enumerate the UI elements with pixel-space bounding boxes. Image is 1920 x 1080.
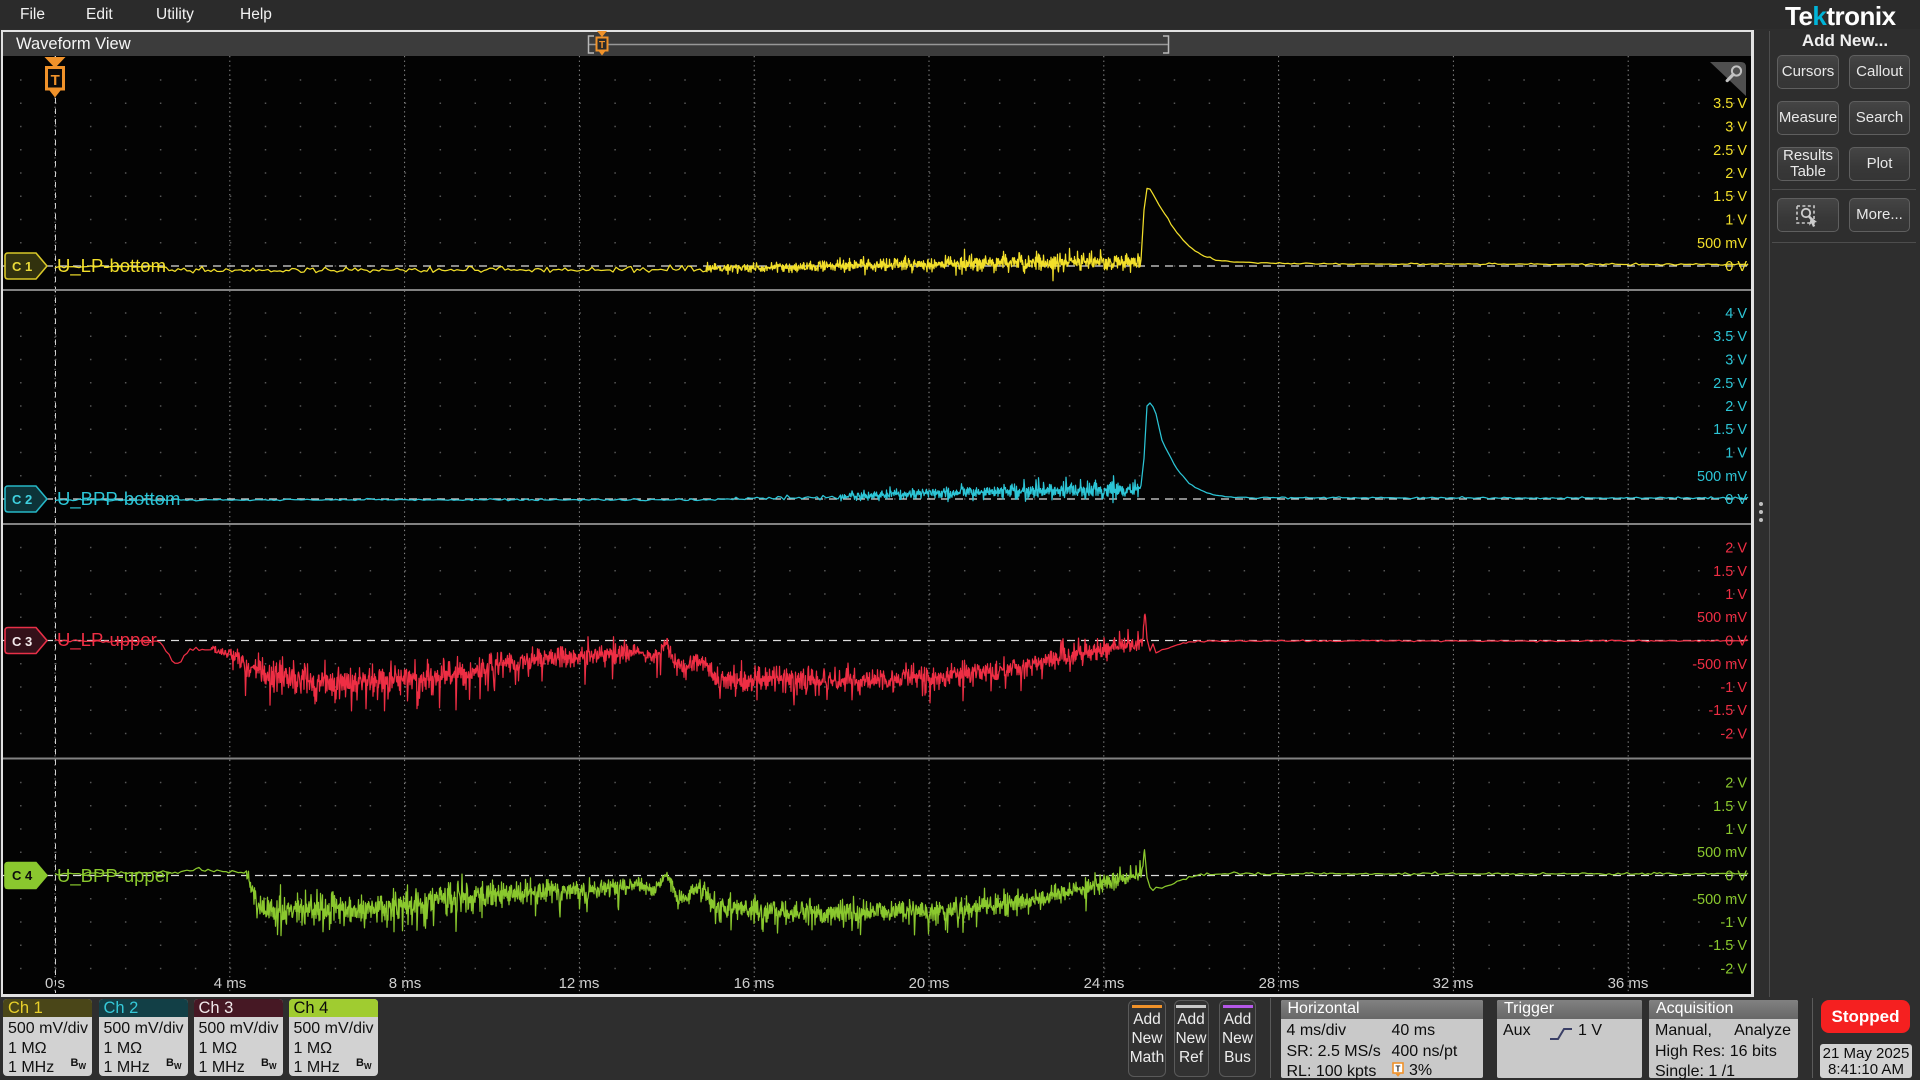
svg-text:-500 mV: -500 mV bbox=[1692, 657, 1747, 673]
svg-text:28 ms: 28 ms bbox=[1259, 975, 1300, 992]
svg-text:C 1: C 1 bbox=[12, 259, 32, 274]
svg-text:2 V: 2 V bbox=[1725, 776, 1747, 792]
svg-text:-1 V: -1 V bbox=[1720, 915, 1747, 931]
svg-text:-2 V: -2 V bbox=[1720, 727, 1747, 743]
svg-text:36 ms: 36 ms bbox=[1608, 975, 1649, 992]
svg-text:1 V: 1 V bbox=[1725, 587, 1747, 603]
svg-text:U_LP-upper: U_LP-upper bbox=[57, 629, 157, 651]
svg-text:-2 V: -2 V bbox=[1720, 962, 1747, 978]
svg-text:C 3: C 3 bbox=[12, 634, 32, 649]
svg-text:1 V: 1 V bbox=[1725, 446, 1747, 462]
svg-text:2.5 V: 2.5 V bbox=[1713, 143, 1747, 159]
svg-text:4 V: 4 V bbox=[1725, 306, 1747, 322]
svg-text:1.5 V: 1.5 V bbox=[1713, 189, 1747, 205]
svg-text:1 V: 1 V bbox=[1725, 822, 1747, 838]
svg-text:32 ms: 32 ms bbox=[1433, 975, 1474, 992]
svg-text:16 ms: 16 ms bbox=[734, 975, 775, 992]
svg-text:2.5 V: 2.5 V bbox=[1713, 376, 1747, 392]
svg-text:1.5 V: 1.5 V bbox=[1713, 564, 1747, 580]
svg-text:U_BPP-bottom: U_BPP-bottom bbox=[57, 488, 180, 510]
svg-text:3.5 V: 3.5 V bbox=[1713, 96, 1747, 112]
svg-text:1.5 V: 1.5 V bbox=[1713, 422, 1747, 438]
svg-text:0 V: 0 V bbox=[1725, 492, 1747, 508]
svg-text:3 V: 3 V bbox=[1725, 120, 1747, 136]
svg-text:2 V: 2 V bbox=[1725, 541, 1747, 557]
svg-text:4 ms: 4 ms bbox=[214, 975, 247, 992]
svg-text:0 V: 0 V bbox=[1725, 634, 1747, 650]
svg-text:24 ms: 24 ms bbox=[1084, 975, 1125, 992]
svg-text:U_LP-bottom: U_LP-bottom bbox=[57, 255, 166, 277]
svg-text:-500 mV: -500 mV bbox=[1692, 892, 1747, 908]
svg-text:-1.5 V: -1.5 V bbox=[1708, 938, 1747, 954]
svg-text:2 V: 2 V bbox=[1725, 166, 1747, 182]
svg-text:T: T bbox=[599, 40, 605, 51]
svg-text:1 V: 1 V bbox=[1725, 213, 1747, 229]
svg-text:0 V: 0 V bbox=[1725, 869, 1747, 885]
svg-text:-1.5 V: -1.5 V bbox=[1708, 703, 1747, 719]
svg-text:500 mV: 500 mV bbox=[1697, 845, 1747, 861]
svg-text:T: T bbox=[1395, 1065, 1400, 1074]
svg-text:500 mV: 500 mV bbox=[1697, 610, 1747, 626]
svg-text:12 ms: 12 ms bbox=[559, 975, 600, 992]
svg-text:2 V: 2 V bbox=[1725, 399, 1747, 415]
svg-text:8 ms: 8 ms bbox=[389, 975, 422, 992]
svg-text:U_BPP-upper: U_BPP-upper bbox=[57, 865, 171, 887]
svg-text:-1 V: -1 V bbox=[1720, 680, 1747, 696]
svg-text:500 mV: 500 mV bbox=[1697, 469, 1747, 485]
svg-text:3 V: 3 V bbox=[1725, 353, 1747, 369]
svg-text:500 mV: 500 mV bbox=[1697, 236, 1747, 252]
svg-text:0 V: 0 V bbox=[1725, 259, 1747, 275]
svg-text:3.5 V: 3.5 V bbox=[1713, 329, 1747, 345]
svg-text:0 s: 0 s bbox=[45, 975, 65, 992]
svg-text:C 2: C 2 bbox=[12, 492, 32, 507]
svg-text:C 4: C 4 bbox=[12, 868, 33, 883]
svg-text:20 ms: 20 ms bbox=[909, 975, 950, 992]
svg-text:T: T bbox=[51, 72, 60, 89]
svg-text:1.5 V: 1.5 V bbox=[1713, 799, 1747, 815]
